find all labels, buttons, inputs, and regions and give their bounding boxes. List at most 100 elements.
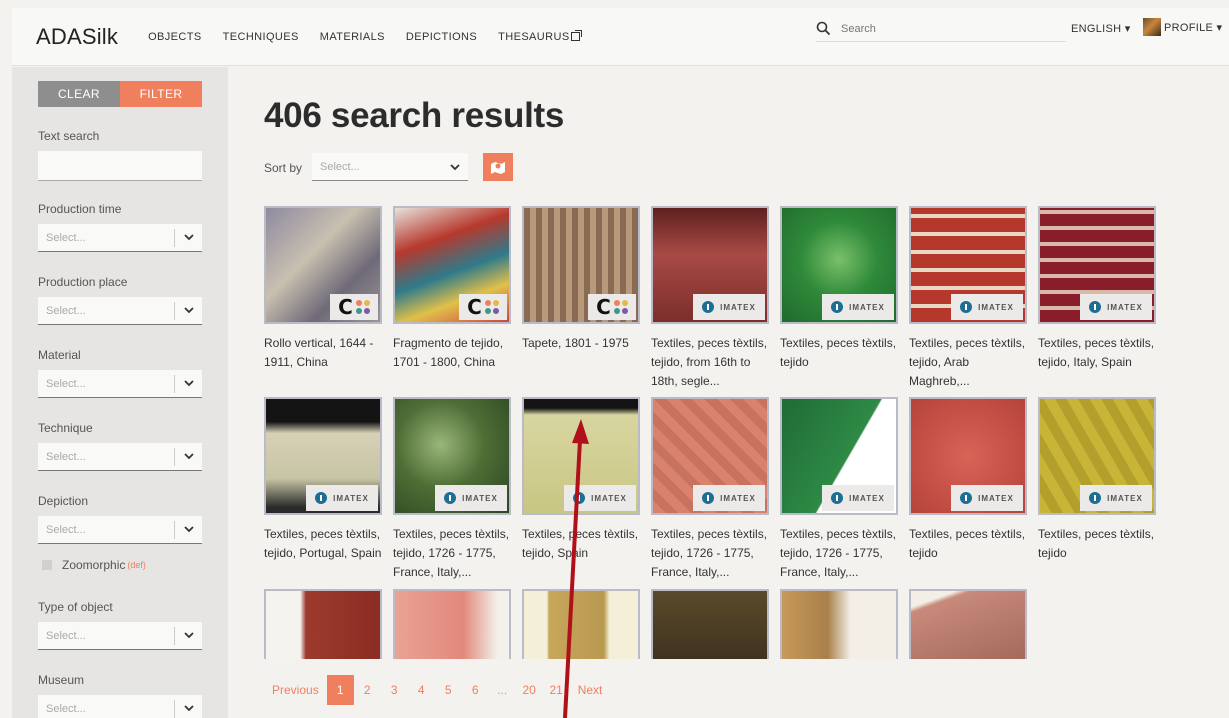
search-input[interactable] xyxy=(841,22,1041,35)
result-card-partial[interactable] xyxy=(264,589,382,659)
avatar xyxy=(1143,18,1161,36)
previous-page-button[interactable]: Previous xyxy=(264,675,327,705)
result-card[interactable]: IMATEX Textiles, peces tèxtils, tejido xyxy=(780,206,898,372)
result-thumbnail[interactable]: C xyxy=(264,206,382,324)
result-thumbnail[interactable]: IMATEX xyxy=(651,206,769,324)
language-selector[interactable]: ENGLISH ▾ xyxy=(1071,22,1131,35)
nav-thesaurus-label: THESAURUS xyxy=(498,30,570,43)
result-thumbnail[interactable]: IMATEX xyxy=(909,397,1027,515)
result-thumbnail[interactable]: IMATEX xyxy=(1038,206,1156,324)
result-card[interactable]: IMATEX Textiles, peces tèxtils, tejido, 1… xyxy=(651,397,769,582)
result-card-partial[interactable] xyxy=(909,589,1027,659)
zoomorphic-checkbox[interactable]: Zoomorphic (def) xyxy=(42,558,146,572)
result-card[interactable]: IMATEX Textiles, peces tèxtils, tejido, I… xyxy=(1038,206,1156,372)
page-3-button[interactable]: 3 xyxy=(381,675,408,705)
result-thumbnail[interactable]: IMATEX xyxy=(909,206,1027,324)
result-thumbnail[interactable]: C xyxy=(393,206,511,324)
profile-label: PROFILE ▾ xyxy=(1164,21,1223,34)
result-card-partial[interactable] xyxy=(651,589,769,659)
result-thumbnail[interactable] xyxy=(393,589,511,659)
result-card[interactable]: IMATEX Textiles, peces tèxtils, tejido xyxy=(909,397,1027,563)
result-caption[interactable]: Textiles, peces tèxtils, tejido, 1726 - … xyxy=(651,525,769,582)
text-search-input[interactable] xyxy=(38,151,202,181)
technique-select[interactable]: Select... xyxy=(38,443,202,471)
clear-button[interactable]: CLEAR xyxy=(38,81,120,107)
result-thumbnail[interactable]: IMATEX xyxy=(522,397,640,515)
result-caption[interactable]: Textiles, peces tèxtils, tejido, from 16… xyxy=(651,334,769,391)
production-time-select[interactable]: Select... xyxy=(38,224,202,252)
result-card[interactable]: IMATEX Textiles, peces tèxtils, tejido, 1… xyxy=(393,397,511,582)
next-page-button[interactable]: Next xyxy=(570,675,611,705)
page-5-button[interactable]: 5 xyxy=(435,675,462,705)
nav-materials[interactable]: MATERIALS xyxy=(320,31,385,43)
result-thumbnail[interactable]: IMATEX xyxy=(393,397,511,515)
result-thumbnail[interactable]: IMATEX xyxy=(651,397,769,515)
result-caption[interactable]: Textiles, peces tèxtils, tejido xyxy=(780,334,898,372)
source-badge-imatex: IMATEX xyxy=(1080,294,1152,320)
result-thumbnail[interactable] xyxy=(909,589,1027,659)
result-card-partial[interactable] xyxy=(393,589,511,659)
production-place-select[interactable]: Select... xyxy=(38,297,202,325)
result-caption[interactable]: Textiles, peces tèxtils, tejido, 1726 - … xyxy=(393,525,511,582)
result-thumbnail[interactable]: IMATEX xyxy=(780,206,898,324)
page-6-button[interactable]: 6 xyxy=(462,675,489,705)
depiction-select[interactable]: Select... xyxy=(38,516,202,544)
nav-depictions[interactable]: DEPICTIONS xyxy=(406,31,477,43)
page-20-button[interactable]: 20 xyxy=(516,675,543,705)
result-thumbnail[interactable]: IMATEX xyxy=(264,397,382,515)
nav-objects[interactable]: OBJECTS xyxy=(148,31,202,43)
material-select[interactable]: Select... xyxy=(38,370,202,398)
page-4-button[interactable]: 4 xyxy=(408,675,435,705)
result-card[interactable]: IMATEX Textiles, peces tèxtils, tejido, S… xyxy=(522,397,640,563)
result-thumbnail[interactable]: C xyxy=(522,206,640,324)
result-card-partial[interactable] xyxy=(522,589,640,659)
chevron-down-icon xyxy=(450,158,460,176)
result-card[interactable]: C Rollo vertical, 1644 - 1911, China xyxy=(264,206,382,372)
text-search-label: Text search xyxy=(38,129,100,143)
result-caption[interactable]: Rollo vertical, 1644 - 1911, China xyxy=(264,334,382,372)
result-card[interactable]: IMATEX Textiles, peces tèxtils, tejido, f… xyxy=(651,206,769,391)
badge-label: C xyxy=(338,295,353,319)
technique-label: Technique xyxy=(38,421,93,435)
page-2-button[interactable]: 2 xyxy=(354,675,381,705)
production-time-label: Production time xyxy=(38,202,122,216)
map-view-button[interactable] xyxy=(483,153,513,181)
search-icon[interactable] xyxy=(816,21,831,36)
nav-techniques[interactable]: TECHNIQUES xyxy=(223,31,299,43)
result-caption[interactable]: Textiles, peces tèxtils, tejido, Arab Ma… xyxy=(909,334,1027,391)
profile-menu[interactable]: PROFILE ▾ xyxy=(1143,18,1222,36)
result-caption[interactable]: Fragmento de tejido, 1701 - 1800, China xyxy=(393,334,511,372)
type-of-object-select[interactable]: Select... xyxy=(38,622,202,650)
brand-logo[interactable]: ADASilk xyxy=(36,24,118,50)
page-21-button[interactable]: 21 xyxy=(543,675,570,705)
sort-select[interactable]: Select... xyxy=(312,153,468,181)
result-card[interactable]: C Tapete, 1801 - 1975 xyxy=(522,206,640,353)
result-caption[interactable]: Tapete, 1801 - 1975 xyxy=(522,334,640,353)
filter-button[interactable]: FILTER xyxy=(120,81,202,107)
result-thumbnail[interactable]: IMATEX xyxy=(1038,397,1156,515)
chevron-down-icon xyxy=(174,447,202,466)
result-card[interactable]: IMATEX Textiles, peces tèxtils, tejido, A… xyxy=(909,206,1027,391)
result-caption[interactable]: Textiles, peces tèxtils, tejido, 1726 - … xyxy=(780,525,898,582)
result-thumbnail[interactable] xyxy=(780,589,898,659)
result-caption[interactable]: Textiles, peces tèxtils, tejido, Italy, … xyxy=(1038,334,1156,372)
result-card[interactable]: IMATEX Textiles, peces tèxtils, tejido, P… xyxy=(264,397,382,563)
nav-thesaurus[interactable]: THESAURUS xyxy=(498,29,582,43)
result-thumbnail[interactable] xyxy=(264,589,382,659)
result-card[interactable]: IMATEX Textiles, peces tèxtils, tejido xyxy=(1038,397,1156,563)
checkbox-box[interactable] xyxy=(42,560,52,570)
result-card[interactable]: C Fragmento de tejido, 1701 - 1800, China xyxy=(393,206,511,372)
result-thumbnail[interactable] xyxy=(522,589,640,659)
page-1-button[interactable]: 1 xyxy=(326,675,354,705)
result-caption[interactable]: Textiles, peces tèxtils, tejido xyxy=(1038,525,1156,563)
result-caption[interactable]: Textiles, peces tèxtils, tejido, Spain xyxy=(522,525,640,563)
info-icon xyxy=(1089,301,1102,313)
result-thumbnail[interactable] xyxy=(651,589,769,659)
result-card-partial[interactable] xyxy=(780,589,898,659)
zoomorphic-def-link[interactable]: (def) xyxy=(127,560,146,570)
museum-select[interactable]: Select... xyxy=(38,695,202,718)
result-card[interactable]: IMATEX Textiles, peces tèxtils, tejido, 1… xyxy=(780,397,898,582)
result-thumbnail[interactable]: IMATEX xyxy=(780,397,898,515)
result-caption[interactable]: Textiles, peces tèxtils, tejido, Portuga… xyxy=(264,525,382,563)
result-caption[interactable]: Textiles, peces tèxtils, tejido xyxy=(909,525,1027,563)
